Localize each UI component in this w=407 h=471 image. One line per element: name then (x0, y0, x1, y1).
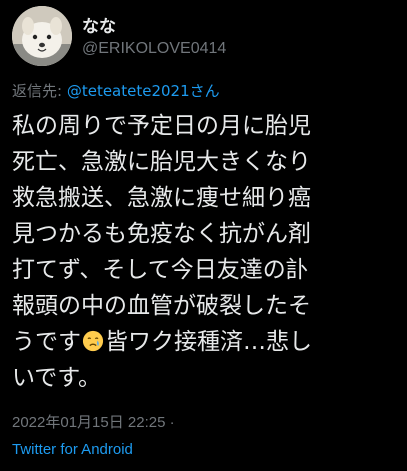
reply-to-line: 返信先: @teteatete2021さん (12, 80, 220, 101)
user-handle[interactable]: @ERIKOLOVE0414 (82, 40, 226, 58)
reply-to-prefix: 返信先: (12, 82, 67, 100)
tweet-body: 私の周りで予定日の月に胎児 死亡、急激に胎児大きくなり 救急搬送、急激に痩せ細り… (12, 108, 402, 396)
tweet-text-line: 見つかるも免疫なく抗がん剤 (12, 221, 311, 247)
tweet-source-link[interactable]: Twitter for Android (12, 441, 133, 458)
tweet-text-segment: 皆ワク接種済…悲し (105, 329, 312, 355)
tweet-text-line: 死亡、急激に胎児大きくなり (12, 149, 311, 175)
tweet-text-line: 救急搬送、急激に痩せ細り癌 (12, 185, 311, 211)
tweet-text-line: いです。 (12, 365, 102, 391)
dog-avatar-icon (12, 6, 72, 66)
tweet-text-line: 私の周りで予定日の月に胎児 (12, 113, 311, 139)
tweet-text-line: 報頭の中の血管が破裂したそ (12, 293, 311, 319)
tweet-card: なな @ERIKOLOVE0414 返信先: @teteatete2021さん … (0, 0, 407, 471)
reply-mention-link[interactable]: @teteatete2021さん (67, 82, 220, 100)
tweet-text-line: うです 皆ワク接種済…悲し (12, 324, 402, 360)
tweet-text-segment: うです (12, 329, 81, 355)
crying-face-emoji-icon (82, 330, 104, 352)
display-name[interactable]: なな (82, 12, 116, 37)
avatar[interactable] (12, 6, 72, 66)
tweet-timestamp[interactable]: 2022年01月15日 22:25 · (12, 411, 175, 432)
tweet-text-line: 打てず、そして今日友達の訃 (12, 257, 309, 283)
